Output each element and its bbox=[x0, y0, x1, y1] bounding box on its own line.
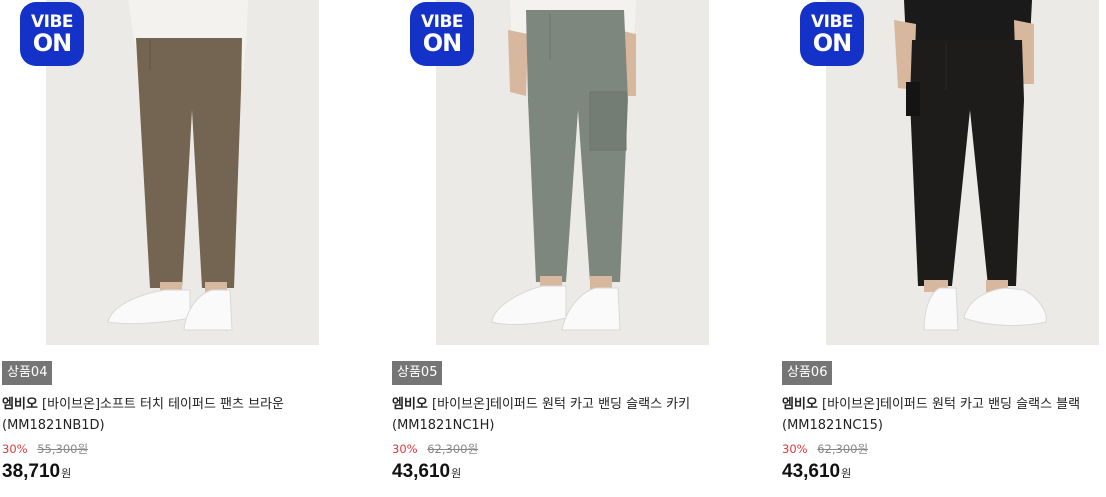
product-name[interactable]: 엠비오 [바이브온]테이퍼드 원턱 카고 밴딩 슬랙스 카키 bbox=[392, 394, 722, 415]
vibe-on-badge: VIBE ON bbox=[20, 2, 84, 66]
product-tag: 상품05 bbox=[392, 361, 443, 385]
original-price: 62,300원 bbox=[427, 442, 479, 456]
product-image[interactable]: VIBE ON bbox=[780, 0, 1100, 345]
currency-unit: 원 bbox=[841, 467, 852, 480]
discount-rate: 30% bbox=[2, 442, 28, 456]
currency-unit: 원 bbox=[451, 467, 462, 480]
badge-line2: ON bbox=[32, 29, 72, 57]
vibe-on-badge: VIBE ON bbox=[410, 2, 474, 66]
badge-line2: ON bbox=[812, 29, 852, 57]
product-title: [바이브온]테이퍼드 원턱 카고 밴딩 슬랙스 블랙 bbox=[822, 397, 1081, 412]
sale-price-amount: 38,710 bbox=[2, 461, 61, 482]
vibe-on-badge: VIBE ON bbox=[800, 2, 864, 66]
discount-rate: 30% bbox=[782, 442, 808, 456]
brand-name: 엠비오 bbox=[2, 397, 38, 412]
product-card[interactable]: VIBE ON 상품05 엠비오 [바이브온]테이퍼드 원턱 카고 밴딩 슬랙스… bbox=[390, 0, 730, 497]
product-name[interactable]: 엠비오 [바이브온]테이퍼드 원턱 카고 밴딩 슬랙스 블랙 bbox=[782, 394, 1106, 415]
sale-price-amount: 43,610 bbox=[782, 461, 841, 482]
sale-price-amount: 43,610 bbox=[392, 461, 451, 482]
product-image[interactable]: VIBE ON bbox=[390, 0, 710, 345]
original-price: 62,300원 bbox=[817, 442, 869, 456]
price-info: 30% 55,300원 bbox=[2, 441, 88, 457]
product-title: [바이브온]소프트 터치 테이퍼드 팬츠 브라운 bbox=[42, 397, 284, 412]
sale-price: 38,710원 bbox=[2, 460, 71, 486]
product-model-code: (MM1821NB1D) bbox=[2, 418, 105, 433]
product-image[interactable]: VIBE ON bbox=[0, 0, 320, 345]
product-tag: 상품06 bbox=[782, 361, 833, 385]
product-name[interactable]: 엠비오 [바이브온]소프트 터치 테이퍼드 팬츠 브라운 bbox=[2, 394, 332, 415]
badge-line2: ON bbox=[422, 29, 462, 57]
sale-price: 43,610원 bbox=[392, 460, 461, 486]
price-info: 30% 62,300원 bbox=[782, 441, 868, 457]
sale-price: 43,610원 bbox=[782, 460, 851, 486]
price-info: 30% 62,300원 bbox=[392, 441, 478, 457]
original-price: 55,300원 bbox=[37, 442, 89, 456]
product-card[interactable]: VIBE ON 상품04 엠비오 [바이브온]소프트 터치 테이퍼드 팬츠 브라… bbox=[0, 0, 340, 497]
product-model-code: (MM1821NC15) bbox=[782, 418, 884, 433]
brand-name: 엠비오 bbox=[782, 397, 818, 412]
discount-rate: 30% bbox=[392, 442, 418, 456]
product-model-code: (MM1821NC1H) bbox=[392, 418, 495, 433]
brand-name: 엠비오 bbox=[392, 397, 428, 412]
product-title: [바이브온]테이퍼드 원턱 카고 밴딩 슬랙스 카키 bbox=[432, 397, 691, 412]
product-card[interactable]: VIBE ON 상품06 엠비오 [바이브온]테이퍼드 원턱 카고 밴딩 슬랙스… bbox=[780, 0, 1106, 497]
product-tag: 상품04 bbox=[2, 361, 53, 385]
currency-unit: 원 bbox=[61, 467, 72, 480]
